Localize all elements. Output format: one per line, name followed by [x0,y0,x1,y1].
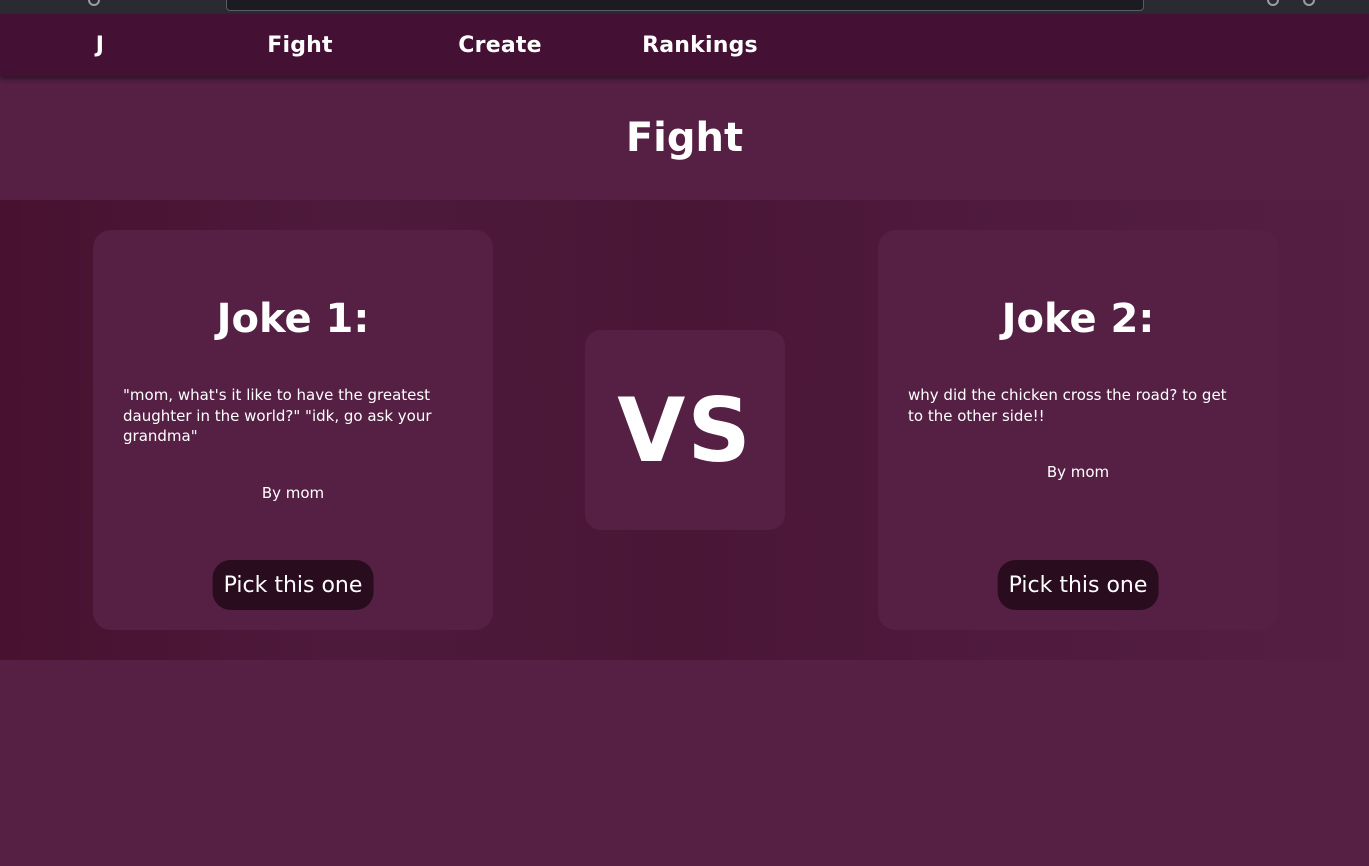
page-title: Fight [625,115,744,161]
joke-author: By mom [261,484,325,502]
joke-author: By mom [1046,463,1110,481]
fight-arena: Joke 1: "mom, what's it like to have the… [0,200,1369,660]
browser-toolbar [0,0,1369,14]
nav-brand-logo[interactable]: J [0,14,200,76]
joke-text: why did the chicken cross the road? to g… [908,386,1227,425]
joke-heading: Joke 2: [1001,296,1155,342]
versus-box: VS [585,330,785,530]
joke-card-1: Joke 1: "mom, what's it like to have the… [93,230,493,630]
joke-text: "mom, what's it like to have the greates… [123,386,432,445]
account-icon[interactable] [1267,0,1279,6]
joke-card-2: Joke 2: why did the chicken cross the ro… [878,230,1278,630]
versus-label: VS [617,378,753,482]
nav-item-fight[interactable]: Fight [200,14,400,76]
pick-joke-2-button[interactable]: Pick this one [997,560,1159,610]
page-header: Fight [0,76,1369,200]
info-icon[interactable] [88,0,100,6]
joke-heading: Joke 1: [216,296,370,342]
nav-item-rankings[interactable]: Rankings [600,14,800,76]
pick-joke-1-button[interactable]: Pick this one [212,560,374,610]
address-bar[interactable] [226,0,1144,11]
nav-item-create[interactable]: Create [400,14,600,76]
extensions-icon[interactable] [1303,0,1315,6]
top-navbar: J Fight Create Rankings [0,14,1369,76]
